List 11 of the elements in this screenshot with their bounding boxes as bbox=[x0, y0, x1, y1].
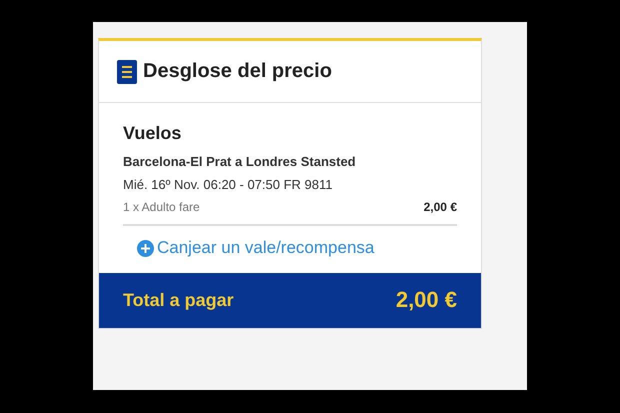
card-title: Desglose del precio bbox=[143, 60, 332, 83]
fare-price: 2,00 € bbox=[424, 200, 457, 214]
document-icon bbox=[117, 60, 137, 84]
voucher-link[interactable]: Canjear un vale/recompensa bbox=[137, 236, 374, 260]
total-amount: 2,00 € bbox=[396, 287, 457, 313]
flight-schedule: Mié. 16º Nov. 06:20 - 07:50 FR 9811 bbox=[123, 177, 334, 192]
plus-icon bbox=[137, 240, 154, 256]
section-heading: Vuelos bbox=[123, 123, 182, 144]
flight-route: Barcelona-El Prat a Londres Stansted bbox=[123, 154, 357, 169]
fare-label: 1 x Adulto fare bbox=[123, 200, 200, 214]
total-label: Total a pagar bbox=[123, 290, 234, 310]
